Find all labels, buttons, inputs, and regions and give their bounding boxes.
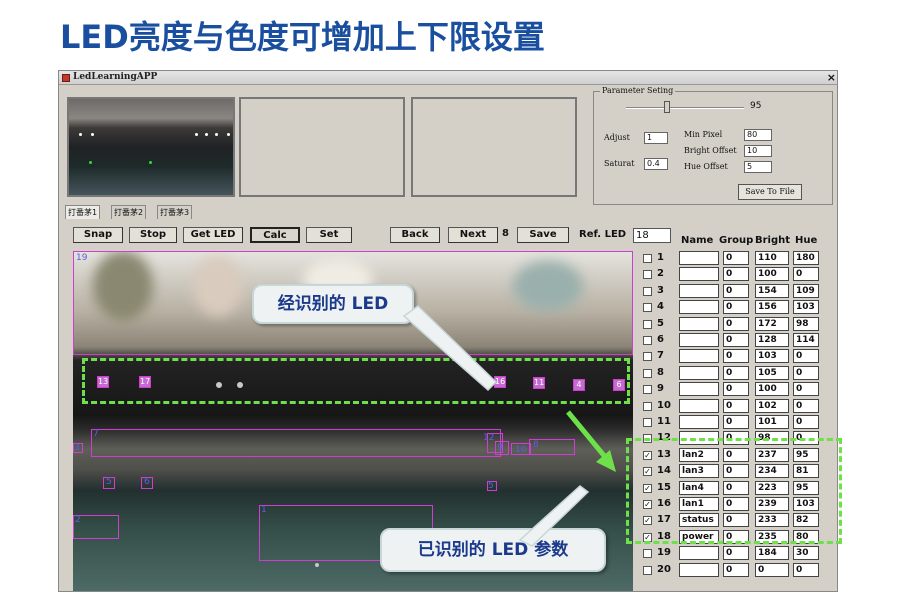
green-arrow-shaft bbox=[566, 410, 608, 460]
callout-arrows bbox=[402, 305, 616, 547]
callout-pointer-2 bbox=[518, 485, 590, 547]
callout-pointer-1 bbox=[402, 305, 498, 392]
